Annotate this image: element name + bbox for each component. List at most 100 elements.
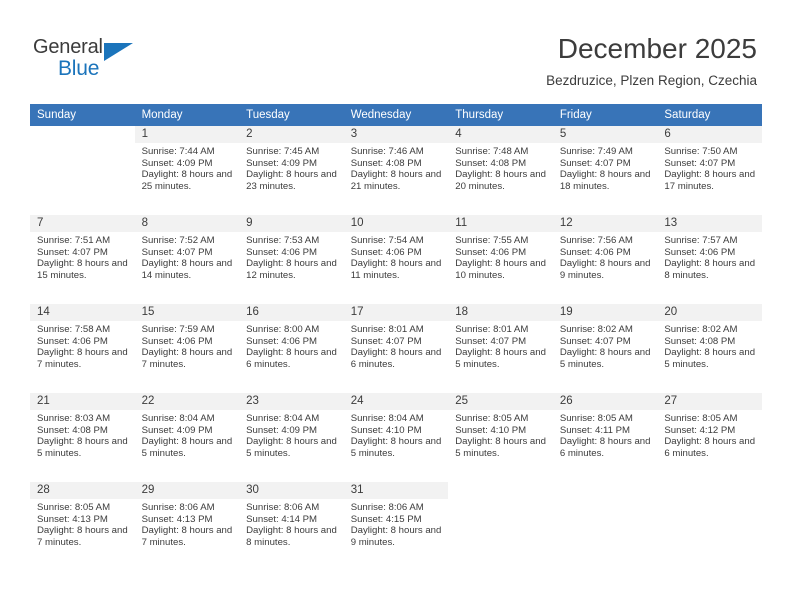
daylight-text: Daylight: 8 hours and 5 minutes.: [246, 436, 337, 459]
day-number: 16: [239, 304, 344, 321]
daylight-text: Daylight: 8 hours and 6 minutes.: [350, 347, 442, 370]
day-number: 17: [343, 304, 449, 321]
calendar-day-cell[interactable]: 26 Sunrise: 8:05 AM Sunset: 4:11 PM Dayligh…: [552, 393, 658, 482]
weekday-header-wednesday: Wednesday: [343, 104, 449, 126]
day-number: 30: [239, 482, 344, 499]
sunrise-text: Sunrise: 7:56 AM: [559, 235, 633, 246]
sunset-text: Sunset: 4:09 PM: [246, 424, 318, 436]
daylight-text: Daylight: 8 hours and 9 minutes.: [350, 525, 442, 548]
calendar-day-cell[interactable]: 28 Sunrise: 8:05 AM Sunset: 4:13 PM Dayligh…: [30, 482, 135, 571]
day-details: Sunrise: 7:53 AM Sunset: 4:06 PM Daylight:…: [239, 232, 344, 281]
sunrise-text: Sunrise: 7:59 AM: [141, 324, 215, 335]
daylight-text: Daylight: 8 hours and 20 minutes.: [455, 169, 546, 192]
calendar-day-cell[interactable]: 21 Sunrise: 8:03 AM Sunset: 4:08 PM Dayligh…: [30, 393, 135, 482]
calendar-day-cell[interactable]: 4 Sunrise: 7:48 AM Sunset: 4:08 PM Daylight…: [448, 126, 553, 215]
calendar-day-cell[interactable]: 8 Sunrise: 7:52 AM Sunset: 4:07 PM Daylight…: [134, 215, 240, 304]
daylight-text: Daylight: 8 hours and 5 minutes.: [664, 347, 756, 370]
day-details: Sunrise: 7:57 AM Sunset: 4:06 PM Daylight:…: [657, 232, 762, 281]
sunrise-text: Sunrise: 8:06 AM: [141, 502, 215, 513]
calendar-day-cell[interactable]: 18 Sunrise: 8:01 AM Sunset: 4:07 PM Dayligh…: [448, 304, 553, 393]
daylight-text: Daylight: 8 hours and 11 minutes.: [350, 258, 442, 281]
day-cell-inner: 2 Sunrise: 7:45 AM Sunset: 4:09 PM Daylight…: [239, 126, 344, 215]
day-cell-inner: [30, 126, 135, 215]
calendar-day-cell[interactable]: 20 Sunrise: 8:02 AM Sunset: 4:08 PM Dayligh…: [657, 304, 762, 393]
daylight-text: Daylight: 8 hours and 21 minutes.: [350, 169, 442, 192]
daylight-text: Daylight: 8 hours and 8 minutes.: [664, 258, 756, 281]
day-details: Sunrise: 8:06 AM Sunset: 4:14 PM Daylight:…: [239, 499, 344, 548]
daylight-text: Daylight: 8 hours and 5 minutes.: [37, 436, 128, 459]
calendar-day-cell[interactable]: 6 Sunrise: 7:50 AM Sunset: 4:07 PM Daylight…: [657, 126, 762, 215]
calendar-day-cell[interactable]: 16 Sunrise: 8:00 AM Sunset: 4:06 PM Dayligh…: [239, 304, 344, 393]
calendar-day-cell[interactable]: 10 Sunrise: 7:54 AM Sunset: 4:06 PM Dayligh…: [343, 215, 449, 304]
day-cell-inner: 17 Sunrise: 8:01 AM Sunset: 4:07 PM Dayligh…: [343, 304, 449, 393]
calendar-day-cell[interactable]: 15 Sunrise: 7:59 AM Sunset: 4:06 PM Dayligh…: [134, 304, 240, 393]
day-details: Sunrise: 8:04 AM Sunset: 4:09 PM Daylight:…: [135, 410, 240, 459]
sunset-text: Sunset: 4:07 PM: [141, 246, 213, 258]
day-cell-inner: 3 Sunrise: 7:46 AM Sunset: 4:08 PM Daylight…: [343, 126, 449, 215]
day-cell-inner: 6 Sunrise: 7:50 AM Sunset: 4:07 PM Daylight…: [657, 126, 762, 215]
calendar-day-cell[interactable]: 25 Sunrise: 8:05 AM Sunset: 4:10 PM Dayligh…: [448, 393, 553, 482]
calendar-day-cell[interactable]: 2 Sunrise: 7:45 AM Sunset: 4:09 PM Daylight…: [239, 126, 344, 215]
sunset-text: Sunset: 4:06 PM: [37, 335, 108, 347]
calendar-day-cell[interactable]: 7 Sunrise: 7:51 AM Sunset: 4:07 PM Daylight…: [30, 215, 135, 304]
calendar-day-cell[interactable]: 29 Sunrise: 8:06 AM Sunset: 4:13 PM Dayligh…: [134, 482, 240, 571]
sunset-text: Sunset: 4:06 PM: [246, 335, 318, 347]
calendar-day-cell[interactable]: 14 Sunrise: 7:58 AM Sunset: 4:06 PM Dayligh…: [30, 304, 135, 393]
page-header: General Blue December 2025 Bezdruzice, P…: [0, 0, 792, 100]
sunrise-text: Sunrise: 7:57 AM: [664, 235, 738, 246]
day-cell-inner: 12 Sunrise: 7:56 AM Sunset: 4:06 PM Dayligh…: [552, 215, 658, 304]
day-number: [30, 126, 135, 143]
calendar-day-cell[interactable]: 24 Sunrise: 8:04 AM Sunset: 4:10 PM Dayligh…: [343, 393, 449, 482]
daylight-text: Daylight: 8 hours and 5 minutes.: [141, 436, 233, 459]
calendar-day-cell[interactable]: 31 Sunrise: 8:06 AM Sunset: 4:15 PM Dayligh…: [343, 482, 449, 571]
title-block: December 2025 Bezdruzice, Plzen Region, …: [546, 32, 757, 89]
calendar-day-cell[interactable]: 5 Sunrise: 7:49 AM Sunset: 4:07 PM Daylight…: [552, 126, 658, 215]
daylight-text: Daylight: 8 hours and 18 minutes.: [559, 169, 651, 192]
day-number: 29: [134, 482, 240, 499]
day-cell-inner: 29 Sunrise: 8:06 AM Sunset: 4:13 PM Dayligh…: [134, 482, 240, 571]
weekday-header-thursday: Thursday: [448, 104, 553, 126]
day-number: 11: [448, 215, 553, 232]
sunset-text: Sunset: 4:06 PM: [559, 246, 631, 258]
day-number: 7: [30, 215, 135, 232]
sunrise-text: Sunrise: 8:04 AM: [350, 413, 424, 424]
sunrise-text: Sunrise: 8:00 AM: [246, 324, 320, 335]
calendar-day-cell[interactable]: 11 Sunrise: 7:55 AM Sunset: 4:06 PM Dayligh…: [448, 215, 553, 304]
day-number: 20: [657, 304, 762, 321]
daylight-text: Daylight: 8 hours and 14 minutes.: [141, 258, 233, 281]
day-cell-inner: [657, 482, 762, 571]
daylight-text: Daylight: 8 hours and 5 minutes.: [455, 347, 546, 370]
calendar-day-cell[interactable]: 3 Sunrise: 7:46 AM Sunset: 4:08 PM Daylight…: [343, 126, 449, 215]
calendar-day-cell[interactable]: 27 Sunrise: 8:05 AM Sunset: 4:12 PM Dayligh…: [657, 393, 762, 482]
day-details: Sunrise: 7:55 AM Sunset: 4:06 PM Daylight:…: [448, 232, 553, 281]
day-number: 9: [239, 215, 344, 232]
day-cell-inner: 18 Sunrise: 8:01 AM Sunset: 4:07 PM Dayligh…: [448, 304, 553, 393]
daylight-text: Daylight: 8 hours and 12 minutes.: [246, 258, 337, 281]
sunrise-text: Sunrise: 8:05 AM: [664, 413, 738, 424]
calendar-day-cell[interactable]: 19 Sunrise: 8:02 AM Sunset: 4:07 PM Dayligh…: [552, 304, 658, 393]
calendar-day-cell[interactable]: 12 Sunrise: 7:56 AM Sunset: 4:06 PM Dayligh…: [552, 215, 658, 304]
calendar-day-cell[interactable]: 13 Sunrise: 7:57 AM Sunset: 4:06 PM Dayligh…: [657, 215, 762, 304]
daylight-text: Daylight: 8 hours and 10 minutes.: [455, 258, 546, 281]
day-details: Sunrise: 8:06 AM Sunset: 4:13 PM Daylight:…: [135, 499, 240, 548]
daylight-text: Daylight: 8 hours and 5 minutes.: [350, 436, 442, 459]
day-details: Sunrise: 7:51 AM Sunset: 4:07 PM Daylight:…: [30, 232, 135, 281]
calendar-day-cell[interactable]: 1 Sunrise: 7:44 AM Sunset: 4:09 PM Daylight…: [134, 126, 240, 215]
day-cell-inner: 31 Sunrise: 8:06 AM Sunset: 4:15 PM Dayligh…: [343, 482, 449, 571]
sunset-text: Sunset: 4:15 PM: [350, 513, 422, 525]
daylight-text: Daylight: 8 hours and 17 minutes.: [664, 169, 756, 192]
calendar-day-cell[interactable]: 30 Sunrise: 8:06 AM Sunset: 4:14 PM Dayligh…: [239, 482, 344, 571]
calendar-day-cell[interactable]: 23 Sunrise: 8:04 AM Sunset: 4:09 PM Dayligh…: [239, 393, 344, 482]
calendar-day-cell[interactable]: 9 Sunrise: 7:53 AM Sunset: 4:06 PM Daylight…: [239, 215, 344, 304]
day-cell-inner: 25 Sunrise: 8:05 AM Sunset: 4:10 PM Dayligh…: [448, 393, 553, 482]
calendar-day-cell[interactable]: 22 Sunrise: 8:04 AM Sunset: 4:09 PM Dayligh…: [134, 393, 240, 482]
calendar-day-cell[interactable]: 17 Sunrise: 8:01 AM Sunset: 4:07 PM Dayligh…: [343, 304, 449, 393]
day-number: [448, 482, 553, 499]
day-number: 4: [448, 126, 553, 143]
day-cell-inner: 15 Sunrise: 7:59 AM Sunset: 4:06 PM Dayligh…: [134, 304, 240, 393]
daylight-text: Daylight: 8 hours and 7 minutes.: [141, 347, 233, 370]
day-details: Sunrise: 8:06 AM Sunset: 4:15 PM Daylight:…: [344, 499, 449, 548]
day-cell-inner: 8 Sunrise: 7:52 AM Sunset: 4:07 PM Daylight…: [134, 215, 240, 304]
day-cell-inner: 7 Sunrise: 7:51 AM Sunset: 4:07 PM Daylight…: [30, 215, 135, 304]
day-number: 2: [239, 126, 344, 143]
